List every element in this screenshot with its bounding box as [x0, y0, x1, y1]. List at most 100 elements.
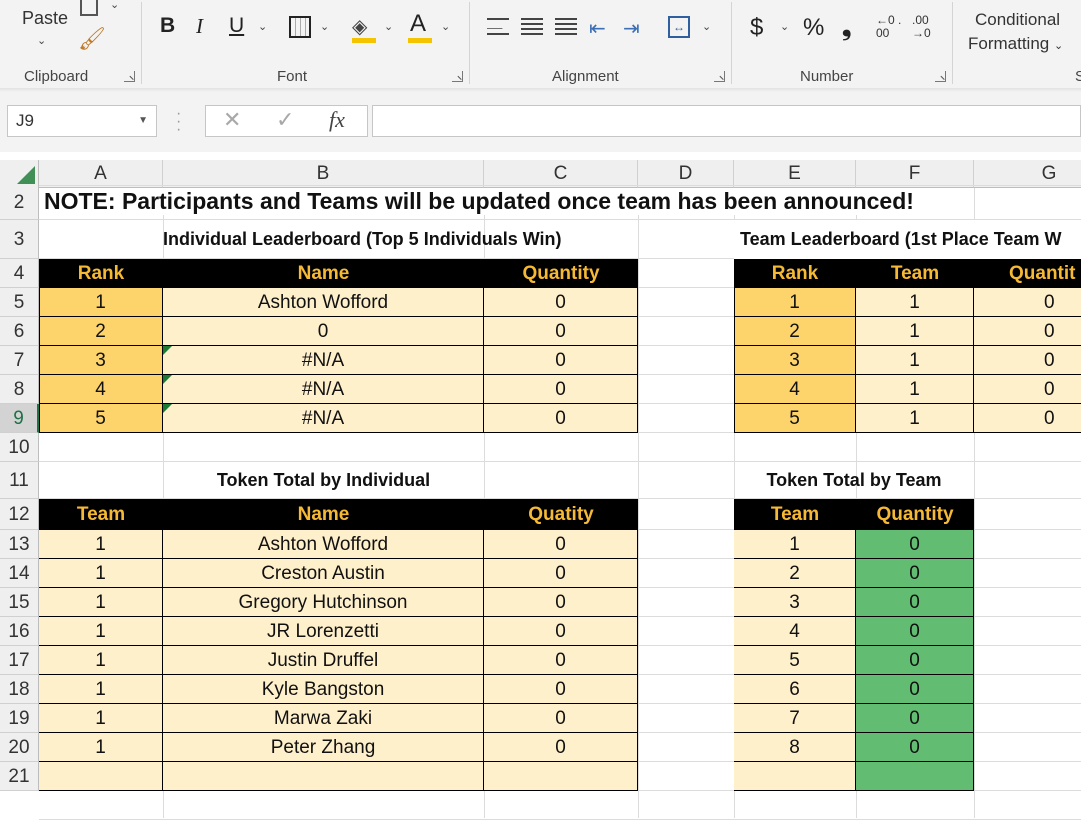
row-header-5[interactable]: 5	[0, 288, 39, 317]
individual-header-name[interactable]: Name	[163, 259, 484, 288]
team-leaderboard-title[interactable]: Team Leaderboard (1st Place Team W	[734, 220, 1081, 259]
worksheet-grid[interactable]: ABCDEFG123456789101112131415161718192021…	[0, 152, 1081, 820]
team-cell[interactable]: 3	[734, 588, 856, 617]
partial-row-cell[interactable]	[163, 762, 484, 791]
row-header-4[interactable]: 4	[0, 259, 39, 288]
quantity-cell[interactable]: 0	[484, 646, 638, 675]
token-individual-header-team[interactable]: Team	[39, 499, 163, 530]
team-rank-cell[interactable]: 4	[734, 375, 856, 404]
token-individual-header-quatity[interactable]: Quatity	[484, 499, 638, 530]
select-all-corner[interactable]	[0, 160, 39, 188]
team-cell[interactable]: 1	[39, 588, 163, 617]
team-cell[interactable]: 1	[856, 404, 974, 433]
team-rank-cell[interactable]: 2	[734, 317, 856, 346]
team-rank-cell[interactable]: 1	[734, 288, 856, 317]
rank-cell[interactable]: 2	[39, 317, 163, 346]
decrease-decimal-button[interactable]: .00 →0	[912, 14, 942, 40]
quantity-cell[interactable]: 0	[484, 588, 638, 617]
row-header-18[interactable]: 18	[0, 675, 39, 704]
row-header-9[interactable]: 9	[0, 404, 39, 433]
team-rank-cell[interactable]: 3	[734, 346, 856, 375]
individual-header-rank[interactable]: Rank	[39, 259, 163, 288]
formula-input[interactable]	[372, 105, 1081, 137]
team-cell[interactable]: 1	[856, 317, 974, 346]
borders-icon[interactable]	[289, 16, 311, 38]
increase-decimal-button[interactable]: ←0 .00	[876, 14, 906, 40]
name-cell[interactable]: #N/A	[163, 375, 484, 404]
column-header-g[interactable]: G	[974, 160, 1081, 188]
column-header-a[interactable]: A	[39, 160, 163, 188]
font-color-icon[interactable]: A	[410, 10, 426, 38]
team-quantity-cell[interactable]: 0	[974, 375, 1081, 404]
team-cell[interactable]: 1	[734, 530, 856, 559]
individual-header-quantity[interactable]: Quantity	[484, 259, 638, 288]
quantity-cell[interactable]: 0	[856, 733, 974, 762]
name-cell[interactable]: Creston Austin	[163, 559, 484, 588]
name-cell[interactable]: Marwa Zaki	[163, 704, 484, 733]
enter-icon[interactable]: ✓	[276, 107, 294, 133]
quantity-cell[interactable]: 0	[856, 675, 974, 704]
name-cell[interactable]: Gregory Hutchinson	[163, 588, 484, 617]
team-leaderboard-header-rank[interactable]: Rank	[734, 259, 856, 288]
row-header-16[interactable]: 16	[0, 617, 39, 646]
name-cell[interactable]: JR Lorenzetti	[163, 617, 484, 646]
individual-leaderboard-title[interactable]: Individual Leaderboard (Top 5 Individual…	[163, 220, 562, 259]
insert-function-icon[interactable]: fx	[329, 107, 345, 133]
name-cell[interactable]: Justin Druffel	[163, 646, 484, 675]
name-cell[interactable]: Peter Zhang	[163, 733, 484, 762]
increase-indent-icon[interactable]: ⇥	[623, 16, 640, 41]
row-header-13[interactable]: 13	[0, 530, 39, 559]
quantity-cell[interactable]: 0	[856, 530, 974, 559]
team-cell[interactable]: 1	[39, 530, 163, 559]
copy-dropdown-icon[interactable]: ⌄	[110, 0, 119, 11]
fill-color-dropdown-icon[interactable]: ⌄	[384, 20, 393, 33]
align-left-icon[interactable]	[487, 18, 509, 36]
clipboard-launcher-icon[interactable]	[124, 71, 135, 82]
row-header-21[interactable]: 21	[0, 762, 39, 791]
quantity-cell[interactable]: 0	[484, 559, 638, 588]
name-cell[interactable]: #N/A	[163, 404, 484, 433]
name-box-dropdown-icon[interactable]: ▼	[138, 106, 148, 136]
name-cell[interactable]: Ashton Wofford	[163, 530, 484, 559]
team-cell[interactable]: 1	[856, 346, 974, 375]
rank-cell[interactable]: 5	[39, 404, 163, 433]
team-cell[interactable]: 1	[39, 733, 163, 762]
underline-button[interactable]: U	[229, 14, 244, 38]
cancel-icon[interactable]: ✕	[223, 107, 241, 133]
quantity-cell[interactable]: 0	[484, 530, 638, 559]
fill-color-icon[interactable]: ◈	[352, 14, 367, 39]
team-cell[interactable]: 6	[734, 675, 856, 704]
font-color-dropdown-icon[interactable]: ⌄	[441, 20, 450, 33]
row-header-6[interactable]: 6	[0, 317, 39, 346]
name-cell[interactable]: Kyle Bangston	[163, 675, 484, 704]
row-header-15[interactable]: 15	[0, 588, 39, 617]
percent-button[interactable]: %	[803, 14, 824, 42]
team-cell[interactable]: 4	[734, 617, 856, 646]
merge-center-icon[interactable]: ↔	[668, 16, 690, 38]
quantity-cell[interactable]: 0	[484, 617, 638, 646]
team-leaderboard-header-team[interactable]: Team	[856, 259, 974, 288]
partial-row-cell[interactable]	[484, 762, 638, 791]
row-header-8[interactable]: 8	[0, 375, 39, 404]
row-header-19[interactable]: 19	[0, 704, 39, 733]
token-by-team-title[interactable]: Token Total by Team	[734, 462, 974, 499]
italic-button[interactable]: I	[196, 14, 203, 39]
column-header-f[interactable]: F	[856, 160, 974, 188]
team-cell[interactable]: 7	[734, 704, 856, 733]
partial-row-cell[interactable]	[734, 762, 856, 791]
row-header-12[interactable]: 12	[0, 499, 39, 530]
team-cell[interactable]: 1	[39, 617, 163, 646]
team-cell[interactable]: 2	[734, 559, 856, 588]
quantity-cell[interactable]: 0	[856, 588, 974, 617]
team-cell[interactable]: 1	[39, 559, 163, 588]
row-header-11[interactable]: 11	[0, 462, 39, 499]
conditional-formatting-button[interactable]: Conditional Formatting ⌄	[968, 8, 1081, 58]
name-cell[interactable]: Ashton Wofford	[163, 288, 484, 317]
decrease-indent-icon[interactable]: ⇤	[589, 16, 606, 41]
quantity-cell[interactable]: 0	[484, 375, 638, 404]
team-cell[interactable]: 1	[39, 675, 163, 704]
team-cell[interactable]: 8	[734, 733, 856, 762]
name-cell[interactable]: 0	[163, 317, 484, 346]
merge-dropdown-icon[interactable]: ⌄	[702, 20, 711, 33]
row-header-14[interactable]: 14	[0, 559, 39, 588]
